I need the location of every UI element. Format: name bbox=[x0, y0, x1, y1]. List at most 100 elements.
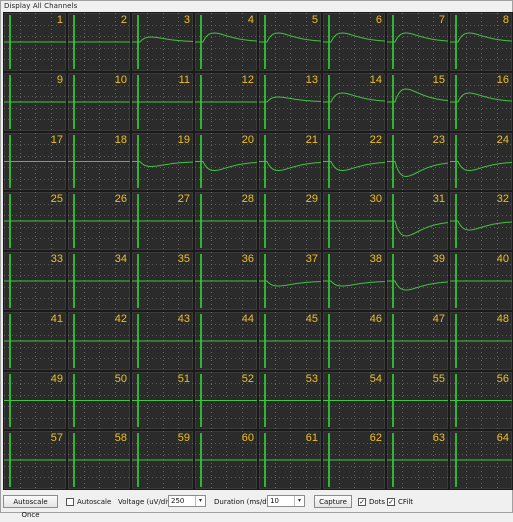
waveform-trace bbox=[387, 161, 448, 178]
channel-cell[interactable]: 61 bbox=[258, 430, 322, 490]
cfilt-checkbox[interactable]: ✓ bbox=[387, 498, 395, 506]
channel-cell[interactable]: 36 bbox=[194, 251, 258, 311]
channel-cell[interactable]: 14 bbox=[322, 72, 386, 132]
channel-cell[interactable]: 16 bbox=[449, 72, 513, 132]
channel-cell[interactable]: 27 bbox=[131, 191, 194, 251]
channel-cell[interactable]: 24 bbox=[449, 132, 513, 191]
channel-number: 11 bbox=[178, 74, 190, 86]
channel-cell[interactable]: 33 bbox=[3, 251, 67, 311]
channel-cell[interactable]: 35 bbox=[131, 251, 194, 311]
channel-number: 34 bbox=[114, 253, 127, 265]
channel-number: 40 bbox=[496, 253, 509, 265]
channel-cell[interactable]: 13 bbox=[258, 72, 322, 132]
channel-cell[interactable]: 5 bbox=[258, 12, 322, 72]
channel-cell[interactable]: 12 bbox=[194, 72, 258, 132]
channel-cell[interactable]: 44 bbox=[194, 311, 258, 371]
channel-cell[interactable]: 32 bbox=[449, 191, 513, 251]
waveform-trace bbox=[259, 32, 321, 43]
channel-number: 30 bbox=[369, 193, 382, 205]
channel-cell[interactable]: 4 bbox=[194, 12, 258, 72]
channel-cell[interactable]: 29 bbox=[258, 191, 322, 251]
channel-number: 21 bbox=[305, 134, 318, 146]
channel-number: 6 bbox=[375, 14, 382, 26]
channel-cell[interactable]: 42 bbox=[67, 311, 131, 371]
channel-cell[interactable]: 34 bbox=[67, 251, 131, 311]
channel-cell[interactable]: 47 bbox=[386, 311, 449, 371]
waveform-trace bbox=[450, 220, 512, 231]
dots-label: Dots bbox=[369, 498, 386, 506]
channel-number: 53 bbox=[305, 373, 318, 385]
waveform-trace bbox=[387, 32, 448, 43]
channel-cell[interactable]: 18 bbox=[67, 132, 131, 191]
channel-cell[interactable]: 55 bbox=[386, 371, 449, 430]
channel-cell[interactable]: 17 bbox=[3, 132, 67, 191]
channel-number: 10 bbox=[114, 74, 127, 86]
channel-number: 56 bbox=[496, 373, 509, 385]
channel-cell[interactable]: 10 bbox=[67, 72, 131, 132]
channel-cell[interactable]: 49 bbox=[3, 371, 67, 430]
chevron-down-icon: ▾ bbox=[294, 496, 304, 506]
waveform-trace bbox=[132, 161, 193, 167]
channel-cell[interactable]: 31 bbox=[386, 191, 449, 251]
channel-number: 64 bbox=[496, 432, 509, 444]
channel-cell[interactable]: 56 bbox=[449, 371, 513, 430]
autoscale-once-button[interactable]: Autoscale Once bbox=[3, 495, 58, 519]
channel-number: 57 bbox=[50, 432, 63, 444]
channel-cell[interactable]: 54 bbox=[322, 371, 386, 430]
channel-cell[interactable]: 38 bbox=[322, 251, 386, 311]
channel-cell[interactable]: 2 bbox=[67, 12, 131, 72]
channel-cell[interactable]: 22 bbox=[322, 132, 386, 191]
channel-cell[interactable]: 9 bbox=[3, 72, 67, 132]
channel-cell[interactable]: 52 bbox=[194, 371, 258, 430]
duration-select[interactable]: 10 ▾ bbox=[267, 495, 305, 507]
channel-cell[interactable]: 37 bbox=[258, 251, 322, 311]
channel-cell[interactable]: 7 bbox=[386, 12, 449, 72]
channel-cell[interactable]: 43 bbox=[131, 311, 194, 371]
channel-cell[interactable]: 19 bbox=[131, 132, 194, 191]
channel-number: 52 bbox=[241, 373, 254, 385]
channel-number: 3 bbox=[183, 14, 190, 26]
channel-cell[interactable]: 20 bbox=[194, 132, 258, 191]
channel-cell[interactable]: 40 bbox=[449, 251, 513, 311]
channel-number: 4 bbox=[247, 14, 254, 26]
channel-cell[interactable]: 11 bbox=[131, 72, 194, 132]
channel-cell[interactable]: 46 bbox=[322, 311, 386, 371]
channel-number: 9 bbox=[56, 74, 63, 86]
channel-cell[interactable]: 8 bbox=[449, 12, 513, 72]
cfilt-label: CFilt bbox=[398, 498, 414, 506]
channel-number: 55 bbox=[432, 373, 445, 385]
channel-number: 18 bbox=[114, 134, 127, 146]
channel-number: 20 bbox=[241, 134, 254, 146]
channel-cell[interactable]: 58 bbox=[67, 430, 131, 490]
channel-cell[interactable]: 26 bbox=[67, 191, 131, 251]
channel-cell[interactable]: 64 bbox=[449, 430, 513, 490]
channel-cell[interactable]: 41 bbox=[3, 311, 67, 371]
capture-button[interactable]: Capture bbox=[314, 495, 352, 508]
channel-cell[interactable]: 63 bbox=[386, 430, 449, 490]
channel-cell[interactable]: 21 bbox=[258, 132, 322, 191]
channel-number: 48 bbox=[496, 313, 509, 325]
channel-cell[interactable]: 23 bbox=[386, 132, 449, 191]
channel-cell[interactable]: 45 bbox=[258, 311, 322, 371]
channel-cell[interactable]: 62 bbox=[322, 430, 386, 490]
channel-cell[interactable]: 30 bbox=[322, 191, 386, 251]
channel-cell[interactable]: 28 bbox=[194, 191, 258, 251]
channel-cell[interactable]: 15 bbox=[386, 72, 449, 132]
channel-cell[interactable]: 60 bbox=[194, 430, 258, 490]
channel-cell[interactable]: 1 bbox=[3, 12, 67, 72]
channel-cell[interactable]: 25 bbox=[3, 191, 67, 251]
channel-cell[interactable]: 48 bbox=[449, 311, 513, 371]
autoscale-checkbox[interactable] bbox=[66, 498, 74, 506]
channel-cell[interactable]: 50 bbox=[67, 371, 131, 430]
channel-cell[interactable]: 53 bbox=[258, 371, 322, 430]
voltage-select[interactable]: 250 ▾ bbox=[168, 495, 206, 507]
autoscale-label: Autoscale bbox=[77, 498, 112, 506]
channel-cell[interactable]: 51 bbox=[131, 371, 194, 430]
channel-cell[interactable]: 3 bbox=[131, 12, 194, 72]
channel-cell[interactable]: 6 bbox=[322, 12, 386, 72]
dots-checkbox[interactable]: ✓ bbox=[358, 498, 366, 506]
channel-cell[interactable]: 39 bbox=[386, 251, 449, 311]
channel-cell[interactable]: 57 bbox=[3, 430, 67, 490]
channel-number: 15 bbox=[432, 74, 445, 86]
channel-cell[interactable]: 59 bbox=[131, 430, 194, 490]
